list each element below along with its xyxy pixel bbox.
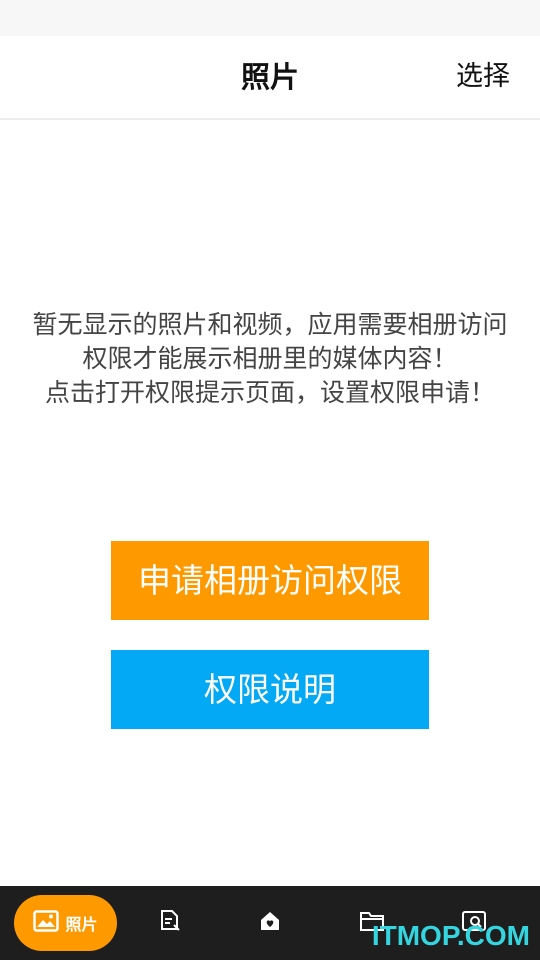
home-heart-icon — [258, 909, 282, 937]
nav-item-documents[interactable] — [140, 886, 200, 960]
permission-message: 暂无显示的照片和视频，应用需要相册访问权限才能展示相册里的媒体内容！ 点击打开权… — [30, 308, 510, 410]
permission-message-line-1: 暂无显示的照片和视频，应用需要相册访问权限才能展示相册里的媒体内容！ — [32, 310, 508, 373]
permission-explanation-button[interactable]: 权限说明 — [111, 650, 429, 729]
image-icon — [33, 910, 60, 936]
nav-item-photos-label: 照片 — [65, 915, 98, 934]
nav-item-photos[interactable]: 照片 — [14, 895, 117, 951]
status-bar — [0, 0, 540, 36]
watermark: ITMOP.COM — [371, 920, 530, 951]
document-edit-icon — [159, 909, 181, 937]
top-bar: 照片 选择 — [0, 36, 540, 120]
nav-item-home[interactable] — [240, 886, 300, 960]
select-button[interactable]: 选择 — [456, 58, 510, 96]
permission-message-line-2: 点击打开权限提示页面，设置权限申请！ — [44, 378, 495, 407]
request-permission-button[interactable]: 申请相册访问权限 — [111, 541, 429, 620]
